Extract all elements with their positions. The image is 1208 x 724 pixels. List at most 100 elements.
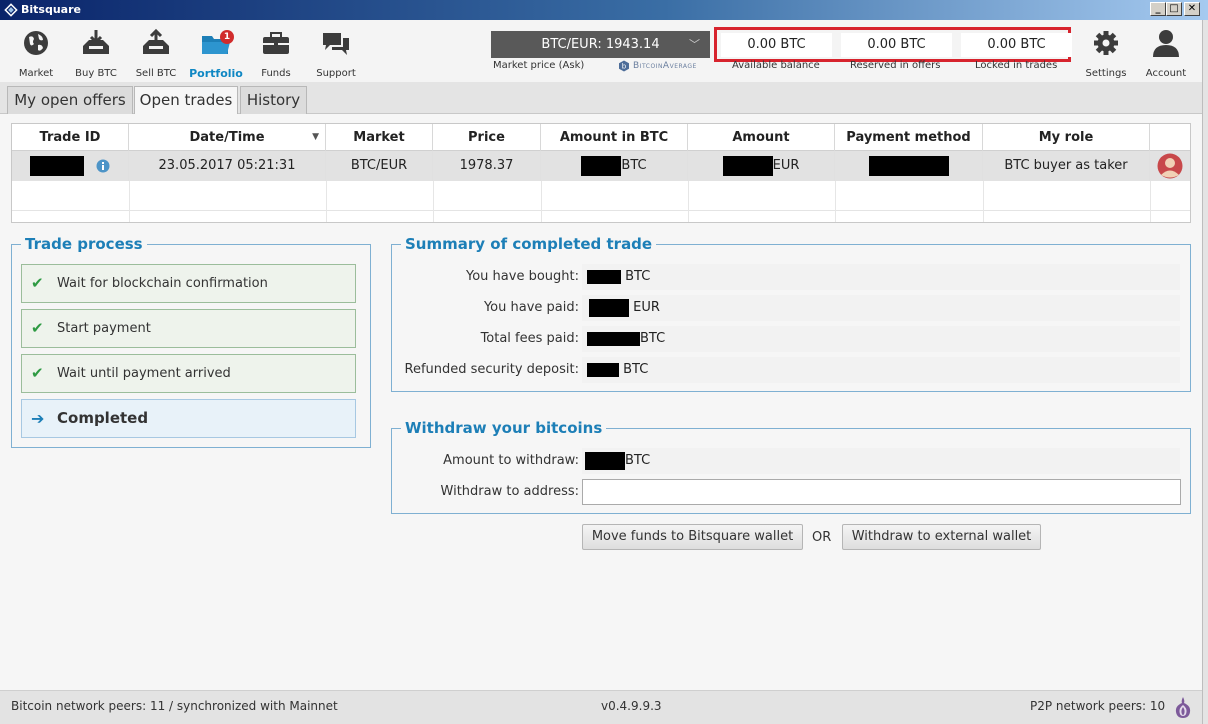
trade-avatar-cell[interactable] — [1150, 151, 1190, 181]
amount-unit: EUR — [772, 158, 800, 173]
table-row[interactable]: 23.05.2017 05:21:31 BTC/EUR 1978.37 BTC … — [12, 151, 1190, 181]
col-market[interactable]: Market — [326, 124, 433, 151]
col-amount-btc[interactable]: Amount in BTC — [541, 124, 688, 151]
nav-support-label: Support — [316, 68, 356, 79]
open-trades-table: Trade ID Date/Time ▼ Market Price Amount… — [11, 123, 1191, 223]
sort-descending-icon: ▼ — [312, 132, 319, 142]
market-price-selector[interactable]: BTC/EUR: 1943.14 ﹀ — [491, 31, 710, 58]
portfolio-notification-badge: 1 — [220, 30, 234, 44]
table-row-empty — [12, 203, 1190, 223]
bought-label: You have bought: — [466, 269, 579, 284]
checkmark-icon: ✔ — [31, 319, 44, 337]
gear-icon — [1094, 31, 1118, 55]
peer-avatar-icon[interactable] — [1157, 153, 1183, 179]
withdraw-amount-row: Amount to withdraw: — [399, 448, 579, 474]
column-divider — [129, 181, 130, 222]
nav-market-label: Market — [18, 68, 54, 79]
col-price[interactable]: Price — [433, 124, 541, 151]
trade-process-panel: Trade process ✔ Wait for blockchain conf… — [11, 235, 371, 448]
step-start-payment[interactable]: ✔ Start payment — [21, 309, 356, 348]
nav-settings[interactable]: Settings — [1078, 28, 1134, 79]
withdraw-amount-value: BTC — [582, 448, 1180, 474]
redacted-amount — [722, 155, 773, 176]
summary-title: Summary of completed trade — [401, 235, 657, 253]
briefcase-icon — [263, 32, 289, 54]
step-completed[interactable]: ➔ Completed — [21, 399, 356, 438]
withdraw-external-button[interactable]: Withdraw to external wallet — [842, 524, 1041, 550]
trade-id-cell[interactable] — [12, 151, 129, 181]
redacted-payment-method — [868, 155, 949, 176]
table-header: Trade ID Date/Time ▼ Market Price Amount… — [12, 124, 1190, 151]
nav-account[interactable]: Account — [1138, 28, 1194, 79]
col-date-time[interactable]: Date/Time ▼ — [129, 124, 326, 151]
step-label: Start payment — [57, 321, 151, 336]
locked-balance-label: Locked in trades — [975, 60, 1058, 71]
balances-panel: 0.00 BTC 0.00 BTC 0.00 BTC — [714, 27, 1072, 62]
column-divider — [835, 181, 836, 222]
fees-unit: BTC — [640, 331, 666, 346]
tab-my-open-offers[interactable]: My open offers — [7, 86, 133, 114]
nav-sell-btc[interactable]: Sell BTC — [126, 28, 186, 79]
nav-market[interactable]: Market — [6, 28, 66, 79]
col-amount[interactable]: Amount — [688, 124, 835, 151]
step-blockchain-confirmation[interactable]: ✔ Wait for blockchain confirmation — [21, 264, 356, 303]
tab-open-trades[interactable]: Open trades — [134, 86, 238, 115]
nav-buy-btc[interactable]: Buy BTC — [66, 28, 126, 79]
main-toolbar: Market Buy BTC Sell BTC 1 Portfolio Fund… — [0, 20, 1202, 82]
window-title-bar: Bitsquare _ □ ✕ — [0, 0, 1208, 20]
col-trade-id[interactable]: Trade ID — [12, 124, 129, 151]
maximize-button[interactable]: □ — [1166, 2, 1182, 16]
paid-unit: EUR — [633, 300, 660, 315]
col-my-role[interactable]: My role — [983, 124, 1150, 151]
trade-price-cell: 1978.37 — [433, 151, 541, 181]
svg-text:b: b — [622, 63, 627, 71]
paid-row: You have paid: — [399, 295, 579, 321]
open-trades-content: Trade ID Date/Time ▼ Market Price Amount… — [0, 114, 1202, 690]
col-payment-method[interactable]: Payment method — [835, 124, 983, 151]
redacted-withdraw-amount — [585, 451, 625, 470]
refund-label: Refunded security deposit: — [404, 362, 580, 377]
trade-date-cell: 23.05.2017 05:21:31 — [129, 151, 326, 181]
minimize-button[interactable]: _ — [1150, 2, 1166, 16]
tab-history[interactable]: History — [240, 86, 307, 114]
or-label: OR — [812, 530, 832, 545]
status-bar: Bitcoin network peers: 11 / synchronized… — [0, 690, 1202, 724]
info-icon[interactable] — [96, 159, 110, 173]
nav-portfolio-label: Portfolio — [189, 67, 243, 80]
nav-account-label: Account — [1145, 68, 1187, 79]
nav-funds[interactable]: Funds — [246, 28, 306, 79]
fees-row: Total fees paid: — [399, 326, 579, 352]
user-icon — [1153, 30, 1179, 57]
trade-market-cell: BTC/EUR — [326, 151, 433, 181]
step-payment-arrived[interactable]: ✔ Wait until payment arrived — [21, 354, 356, 393]
withdraw-amount-label: Amount to withdraw: — [443, 453, 579, 468]
bought-unit: BTC — [625, 269, 651, 284]
version-label: v0.4.9.9.3 — [601, 699, 662, 713]
withdraw-title: Withdraw your bitcoins — [401, 419, 607, 437]
refund-row: Refunded security deposit: — [399, 357, 580, 383]
arrow-right-icon: ➔ — [31, 409, 45, 428]
withdraw-address-input[interactable] — [582, 479, 1181, 505]
market-price-value: BTC/EUR: 1943.14 — [541, 37, 660, 52]
buy-tray-icon — [83, 30, 109, 54]
fees-label: Total fees paid: — [480, 331, 579, 346]
nav-buy-btc-label: Buy BTC — [75, 68, 117, 79]
nav-support[interactable]: Support — [306, 28, 366, 79]
redacted-paid — [589, 298, 629, 317]
column-divider — [433, 181, 434, 222]
sell-tray-icon — [143, 28, 169, 54]
window-title: Bitsquare — [21, 3, 81, 16]
trade-amount-btc-cell: BTC — [541, 151, 688, 181]
reserved-balance-label: Reserved in offers — [850, 60, 941, 71]
nav-portfolio[interactable]: 1 Portfolio — [186, 28, 246, 80]
column-divider — [326, 181, 327, 222]
trade-payment-method-cell — [835, 151, 983, 181]
trade-amount-cell: EUR — [688, 151, 835, 181]
tor-onion-icon — [1175, 697, 1191, 718]
paid-value: EUR — [582, 295, 1180, 321]
available-balance-value: 0.00 BTC — [721, 33, 832, 57]
close-button[interactable]: ✕ — [1184, 2, 1200, 16]
column-divider — [541, 181, 542, 222]
trade-process-title: Trade process — [21, 235, 147, 253]
move-funds-button[interactable]: Move funds to Bitsquare wallet — [582, 524, 803, 550]
